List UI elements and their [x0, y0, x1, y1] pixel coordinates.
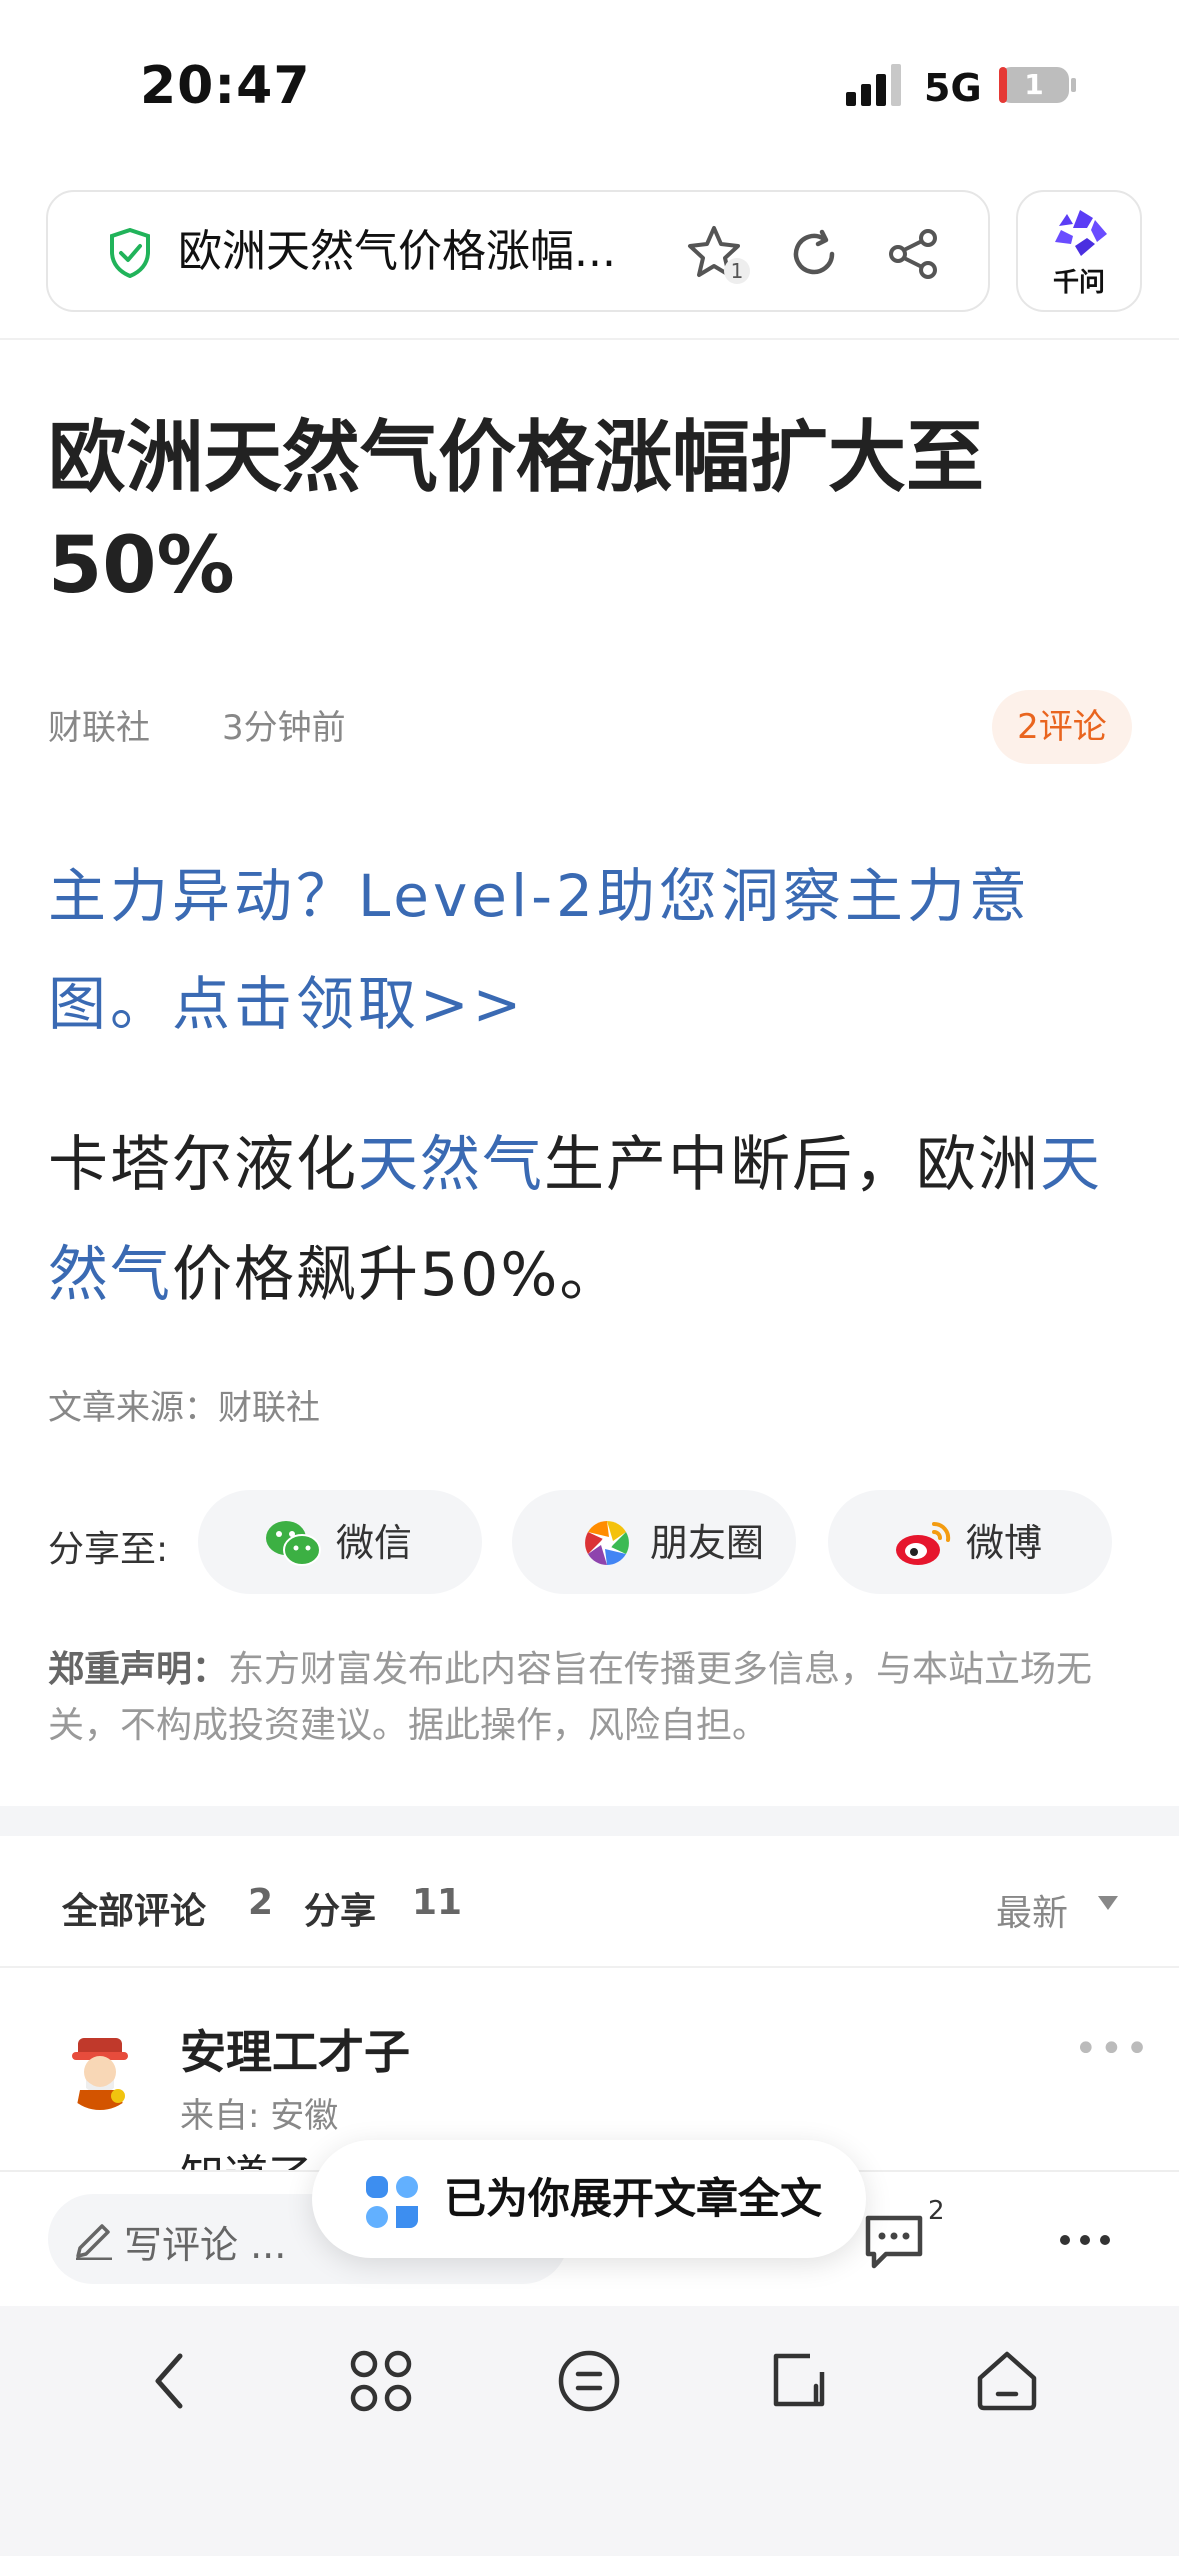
comments-header: 全部评论 2 分享 11 最新: [0, 1836, 1179, 1966]
comment-more-icon[interactable]: •••: [1074, 2026, 1151, 2072]
moments-icon: [585, 1521, 629, 1565]
page-url-title[interactable]: 欧洲天然气价格涨幅...: [178, 222, 708, 282]
network-type: 5G: [924, 66, 982, 110]
body-text-segment: 生产中断后，欧洲: [544, 1130, 1040, 1200]
section-separator: [0, 1806, 1179, 1836]
article-source-name[interactable]: 财联社: [48, 700, 150, 749]
tabs-icon[interactable]: [764, 2346, 834, 2416]
weibo-icon: [896, 1521, 951, 1565]
avatar[interactable]: [60, 2030, 140, 2110]
share-label: 分享至:: [48, 1529, 169, 1570]
comment-text: 知道了: [180, 2140, 312, 2170]
apps-icon[interactable]: [346, 2346, 416, 2416]
article-title: 欧洲天然气价格涨幅扩大至50%: [48, 413, 985, 611]
body-text-segment: 卡塔尔液化: [48, 1130, 358, 1200]
share-wechat-button[interactable]: 微信: [198, 1490, 482, 1594]
write-comment-placeholder: 写评论 ...: [124, 2223, 287, 2267]
back-icon[interactable]: [136, 2346, 206, 2416]
comments-count-button[interactable]: 2评论: [992, 690, 1132, 764]
share-icon[interactable]: [886, 226, 942, 282]
battery-icon: 1: [998, 64, 1078, 106]
ai-assistant-label: 千问: [1052, 268, 1105, 298]
browser-nav-bar: [0, 2306, 1179, 2556]
all-comments-count: 2: [248, 1882, 274, 1923]
tab-shares[interactable]: 分享: [304, 1882, 376, 1934]
chevron-down-icon[interactable]: [1098, 1896, 1118, 1910]
article-time: 3分钟前: [222, 708, 346, 748]
shares-count: 11: [412, 1882, 463, 1923]
divider: [0, 1966, 1179, 1968]
shield-check-icon: [110, 228, 150, 278]
status-bar: 20:47 5G 1: [0, 0, 1179, 150]
battery-level: 1: [1024, 68, 1044, 101]
article-body: 卡塔尔液化天然气生产中断后，欧洲天然气价格飙升50%。: [48, 1110, 1138, 1330]
ai-logo-icon: [1055, 210, 1107, 256]
disclaimer: 郑重声明：东方财富发布此内容旨在传播更多信息，与本站立场无关，不构成投资建议。据…: [48, 1642, 1138, 1754]
sort-dropdown[interactable]: 最新: [996, 1884, 1068, 1936]
toast-message: 已为你展开文章全文: [444, 2174, 823, 2223]
signal-icon: [846, 64, 901, 106]
expanded-article-toast: 已为你展开文章全文: [312, 2140, 866, 2258]
comment-icon[interactable]: [862, 2212, 926, 2270]
menu-icon[interactable]: [554, 2346, 624, 2416]
article-source-line: 文章来源：财联社: [48, 1388, 320, 1428]
share-moments-button[interactable]: 朋友圈: [512, 1490, 796, 1594]
body-text-segment: 价格飙升50%。: [172, 1240, 622, 1310]
star-count: 1: [724, 258, 750, 284]
share-weibo-button[interactable]: 微博: [828, 1490, 1112, 1594]
share-moments-label: 朋友圈: [650, 1521, 765, 1565]
ai-assistant-button[interactable]: 千问: [1016, 190, 1142, 312]
share-wechat-label: 微信: [336, 1521, 413, 1565]
status-time: 20:47: [140, 56, 311, 116]
home-icon[interactable]: [972, 2346, 1042, 2416]
comment-location: 来自: 安徽: [180, 2096, 339, 2136]
refresh-icon[interactable]: [786, 226, 842, 282]
disclaimer-heading: 郑重声明：: [48, 1649, 229, 1690]
more-icon[interactable]: [1058, 2220, 1112, 2260]
wechat-icon: [266, 1521, 321, 1566]
keyword-link[interactable]: 天然气: [358, 1130, 544, 1200]
promo-link[interactable]: 主力异动？Level-2助您洞察主力意图。点击领取>>: [48, 842, 1138, 1058]
tab-all-comments[interactable]: 全部评论: [62, 1882, 206, 1934]
pencil-icon: [76, 2224, 112, 2260]
favorite-star-icon[interactable]: 1: [684, 222, 750, 288]
address-bar[interactable]: 欧洲天然气价格涨幅... 1: [46, 190, 990, 312]
share-weibo-label: 微博: [966, 1521, 1043, 1565]
divider: [0, 338, 1179, 340]
expand-icon: [366, 2176, 418, 2228]
comment-username[interactable]: 安理工才子: [180, 2016, 410, 2082]
comment-count-badge: 2: [928, 2196, 945, 2226]
